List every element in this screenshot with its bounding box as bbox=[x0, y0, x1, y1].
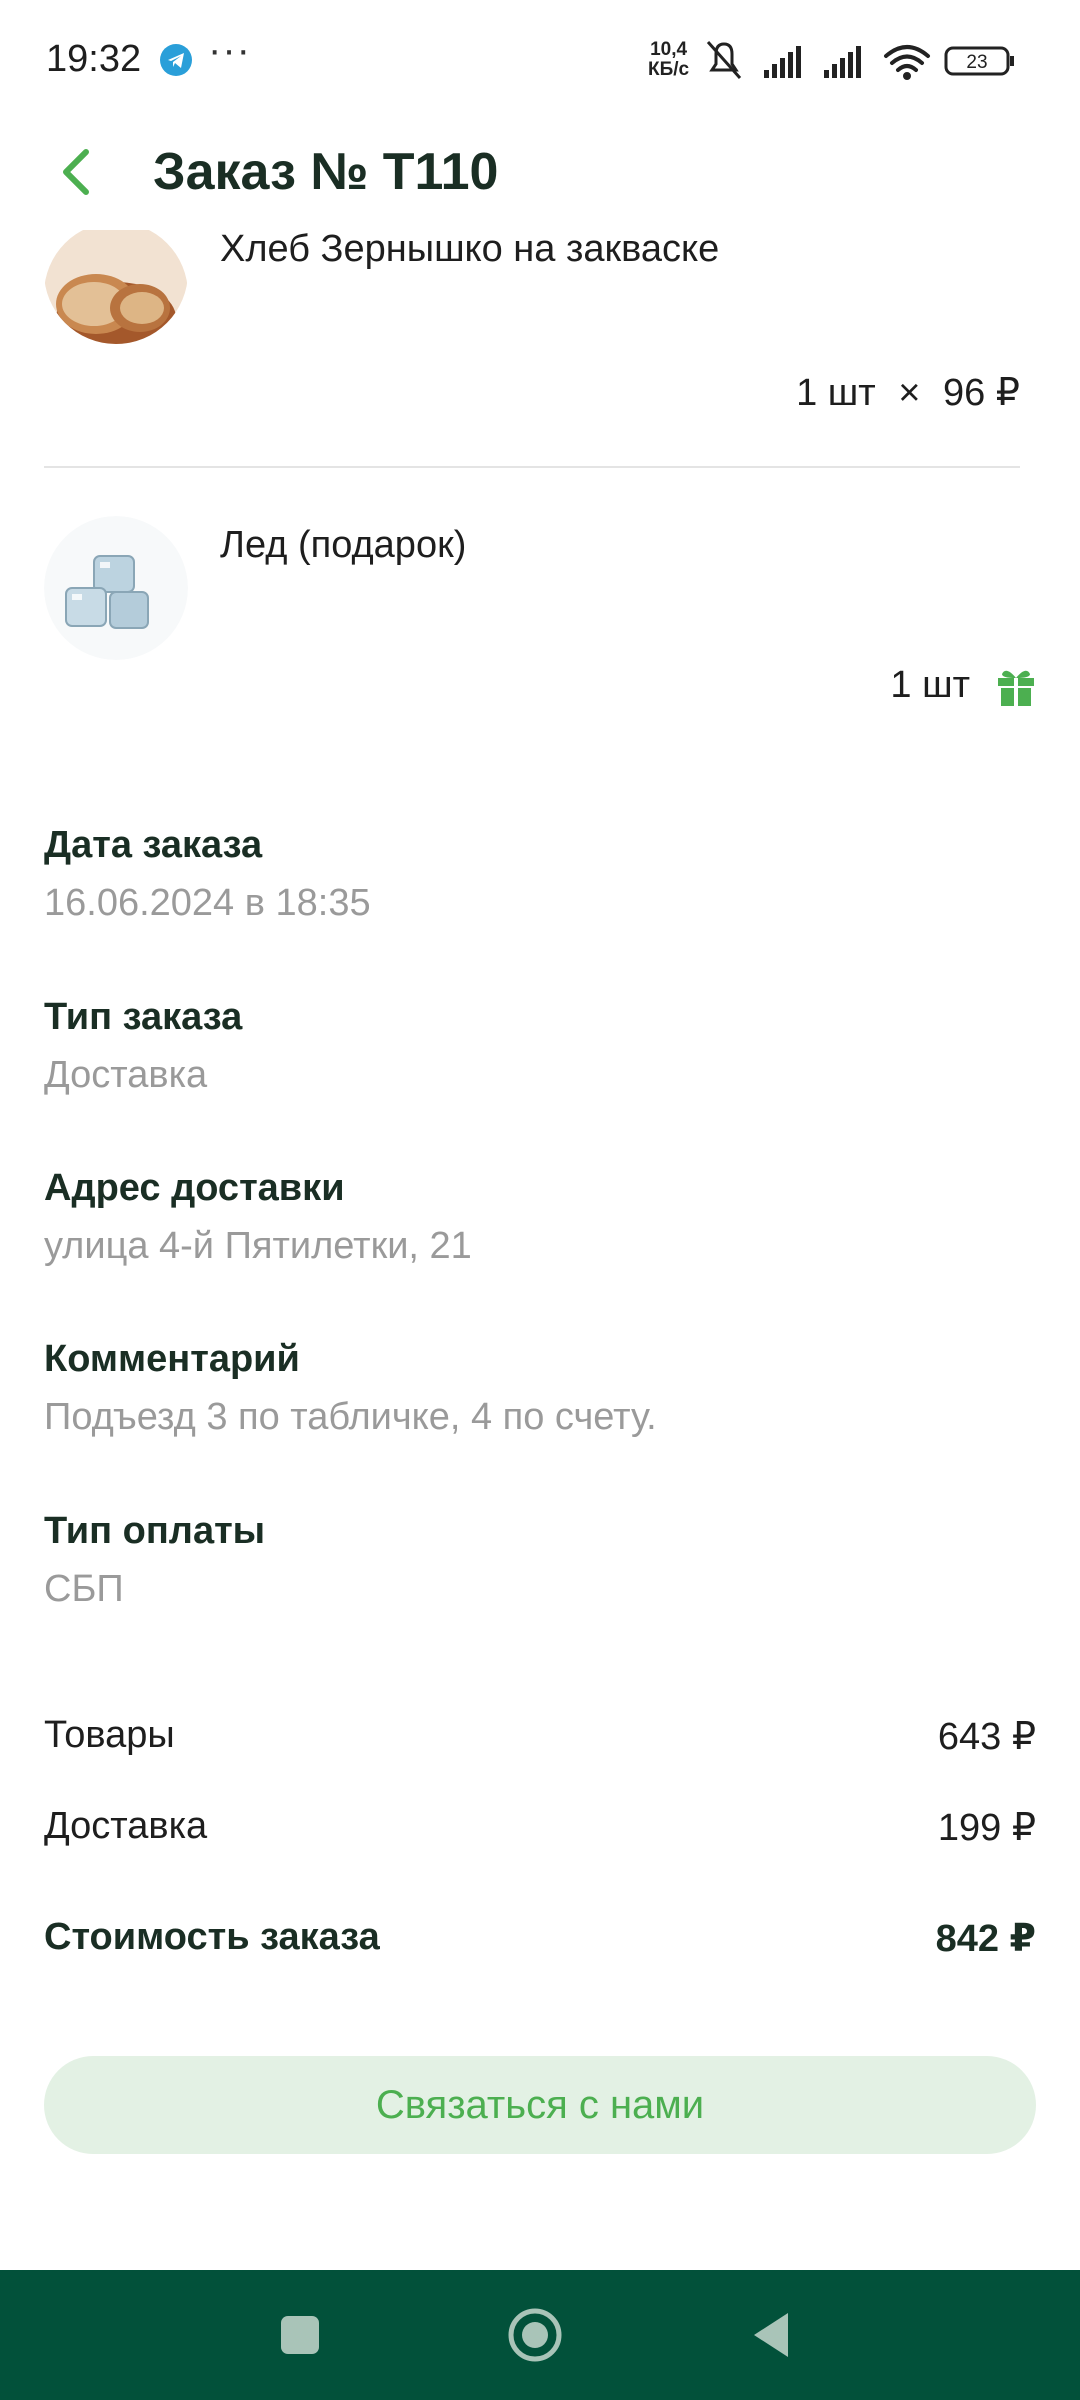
delivery-address-value: улица 4-й Пятилетки, 21 bbox=[44, 1225, 472, 1267]
delivery-total-value: 199 ₽ bbox=[937, 1807, 1036, 1849]
order-total-row: Стоимость заказа 842 ₽ bbox=[44, 1916, 1036, 1960]
status-bar: 19:32 ··· 10,4 КБ/с 23 bbox=[0, 0, 1080, 120]
goods-total-row: Товары 643 ₽ bbox=[44, 1714, 1036, 1758]
chevron-left-icon bbox=[63, 149, 89, 195]
delivery-address-label: Адрес доставки bbox=[44, 1167, 345, 1209]
goods-total-label: Товары bbox=[44, 1714, 175, 1756]
bread-image bbox=[44, 222, 188, 344]
order-type-label: Тип заказа bbox=[44, 996, 243, 1038]
order-type-value: Доставка bbox=[44, 1054, 208, 1096]
order-date-label: Дата заказа bbox=[44, 824, 263, 866]
payment-type-value: СБП bbox=[44, 1568, 124, 1610]
home-button[interactable] bbox=[505, 2305, 565, 2365]
order-total-label: Стоимость заказа bbox=[44, 1916, 380, 1958]
back-button[interactable] bbox=[48, 142, 108, 202]
contact-us-button[interactable]: Связаться с нами bbox=[44, 2056, 1036, 2154]
signal-icon-2 bbox=[824, 46, 861, 78]
network-speed-unit: КБ/с bbox=[648, 59, 690, 80]
triangle-back-icon bbox=[754, 2313, 788, 2357]
system-nav-bar bbox=[0, 2270, 1080, 2400]
product-image bbox=[44, 516, 188, 660]
order-date-value: 16.06.2024 в 18:35 bbox=[44, 882, 371, 924]
telegram-icon bbox=[160, 44, 192, 76]
circle-icon bbox=[508, 2308, 562, 2362]
payment-type-label: Тип оплаты bbox=[44, 1510, 266, 1552]
wifi-icon bbox=[884, 45, 930, 80]
product-quantity-price: 1 шт × 96 ₽ bbox=[796, 370, 1020, 415]
more-notifications-icon: ··· bbox=[208, 28, 251, 72]
product-quantity: 1 шт bbox=[796, 372, 876, 414]
square-icon bbox=[281, 2316, 319, 2354]
mute-icon bbox=[706, 41, 742, 79]
status-icons: 23 bbox=[706, 41, 1014, 80]
signal-icon bbox=[764, 46, 801, 78]
delivery-total-label: Доставка bbox=[44, 1805, 208, 1847]
status-time: 19:32 bbox=[46, 38, 142, 80]
network-speed-value: 10,4 bbox=[650, 39, 688, 60]
network-speed: 10,4 КБ/с bbox=[648, 40, 689, 80]
delivery-total-row: Доставка 199 ₽ bbox=[44, 1805, 1036, 1849]
page-title: Заказ № Т110 bbox=[153, 143, 499, 201]
back-nav-button[interactable] bbox=[742, 2305, 802, 2365]
battery-level: 23 bbox=[966, 52, 987, 73]
product-name: Лед (подарок) bbox=[220, 524, 467, 566]
product-price: 96 ₽ bbox=[942, 372, 1020, 414]
list-item: Хлеб Зернышко на закваске 1 шт × 96 ₽ bbox=[0, 200, 1080, 470]
app-header: Заказ № Т110 bbox=[0, 120, 1080, 230]
product-name: Хлеб Зернышко на закваске bbox=[220, 228, 720, 270]
comment-value: Подъезд 3 по табличке, 4 по счету. bbox=[44, 1396, 657, 1438]
order-details-screen: 19:32 ··· 10,4 КБ/с 23 Заказ № Т110 Хлеб… bbox=[0, 0, 1080, 2400]
ice-image bbox=[44, 516, 188, 660]
gift-icon bbox=[998, 670, 1034, 706]
product-quantity: 1 шт bbox=[890, 664, 970, 706]
comment-label: Комментарий bbox=[44, 1338, 300, 1380]
divider bbox=[44, 466, 1020, 468]
goods-total-value: 643 ₽ bbox=[937, 1716, 1036, 1758]
multiply-icon: × bbox=[898, 372, 921, 414]
recents-button[interactable] bbox=[270, 2305, 330, 2365]
order-total-value: 842 ₽ bbox=[935, 1918, 1036, 1960]
list-item: Лед (подарок) 1 шт bbox=[0, 500, 1080, 730]
